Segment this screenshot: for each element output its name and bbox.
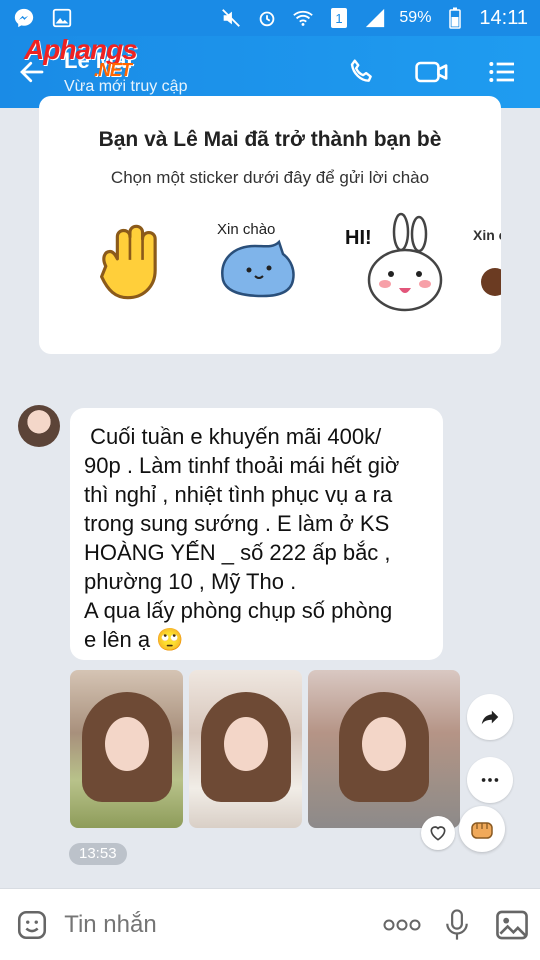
smiley-sticker-icon [18, 910, 47, 939]
svg-text:1: 1 [336, 11, 343, 26]
new-friend-card: Bạn và Lê Mai đã trở thành bạn bè Chọn m… [39, 96, 501, 354]
sender-avatar[interactable] [18, 405, 60, 447]
clock: 14:11 [479, 6, 528, 29]
alarm-icon [255, 6, 279, 30]
share-button[interactable] [467, 694, 513, 740]
card-title: Bạn và Lê Mai đã trở thành bạn bè [98, 128, 442, 151]
mute-icon [219, 6, 243, 30]
send-image-button[interactable] [485, 889, 540, 960]
photo-thumbnail[interactable] [189, 670, 302, 828]
wifi-icon [291, 6, 315, 30]
chat-title-area[interactable]: Lê Mai Vừa mới truy cập Aphangs .NET [24, 34, 344, 96]
phone-icon [350, 59, 372, 82]
microphone-icon [446, 908, 468, 940]
card-subtitle: Chọn một sticker dưới đây để gửi lời chà… [110, 168, 430, 187]
waving-hand-icon [100, 224, 157, 300]
watermark-logo: Aphangs .NET [24, 34, 138, 80]
image-icon [496, 910, 529, 939]
sim-icon: 1 [327, 6, 351, 30]
list-menu-icon [489, 62, 514, 82]
svg-text:Xin chào: Xin chào [473, 227, 501, 243]
message-timestamp: 13:53 [69, 843, 127, 865]
messenger-icon [12, 6, 36, 30]
video-call-button[interactable] [414, 54, 450, 90]
signal-icon [363, 6, 387, 30]
sticker-row[interactable]: Xin chào HI! Xin chào [39, 210, 501, 320]
heart-icon [430, 826, 446, 841]
sticker-xin-chao-cat[interactable]: Xin chào [209, 210, 313, 314]
more-actions-button[interactable] [374, 889, 429, 960]
more-options-button[interactable] [467, 757, 513, 803]
voice-message-button[interactable] [429, 889, 484, 960]
status-bar: 1 59% 14:11 [0, 0, 540, 36]
ellipsis-icon [383, 919, 421, 930]
battery-icon [443, 6, 467, 30]
photo-thumbnail[interactable] [70, 670, 183, 828]
sticker-wave-hand[interactable] [79, 210, 183, 314]
gallery-icon [50, 6, 74, 30]
photo-album [70, 670, 460, 828]
sticker-button[interactable] [0, 889, 64, 960]
voice-call-button[interactable] [344, 54, 380, 90]
sticker-xin-chao-partial[interactable]: Xin chào [469, 210, 501, 314]
battery-percent: 59% [399, 9, 432, 26]
more-dots-icon [481, 778, 499, 782]
fist-icon [471, 822, 493, 839]
message-text: Cuối tuần e khuyến mãi 400k/ 90p . Làm t… [84, 424, 400, 652]
composer-bar [0, 888, 540, 960]
message-bubble[interactable]: Cuối tuần e khuyến mãi 400k/ 90p . Làm t… [70, 408, 443, 660]
share-arrow-icon [481, 710, 499, 725]
fist-bump-reaction[interactable] [459, 806, 505, 852]
svg-text:Xin chào: Xin chào [217, 221, 275, 238]
photo-thumbnail[interactable] [308, 670, 460, 828]
sticker-hi-bunny[interactable]: HI! [339, 210, 443, 314]
message-input[interactable] [64, 910, 375, 939]
video-camera-icon [415, 61, 448, 83]
svg-text:HI!: HI! [345, 227, 372, 249]
react-heart-button[interactable] [421, 816, 455, 850]
menu-button[interactable] [484, 54, 520, 90]
